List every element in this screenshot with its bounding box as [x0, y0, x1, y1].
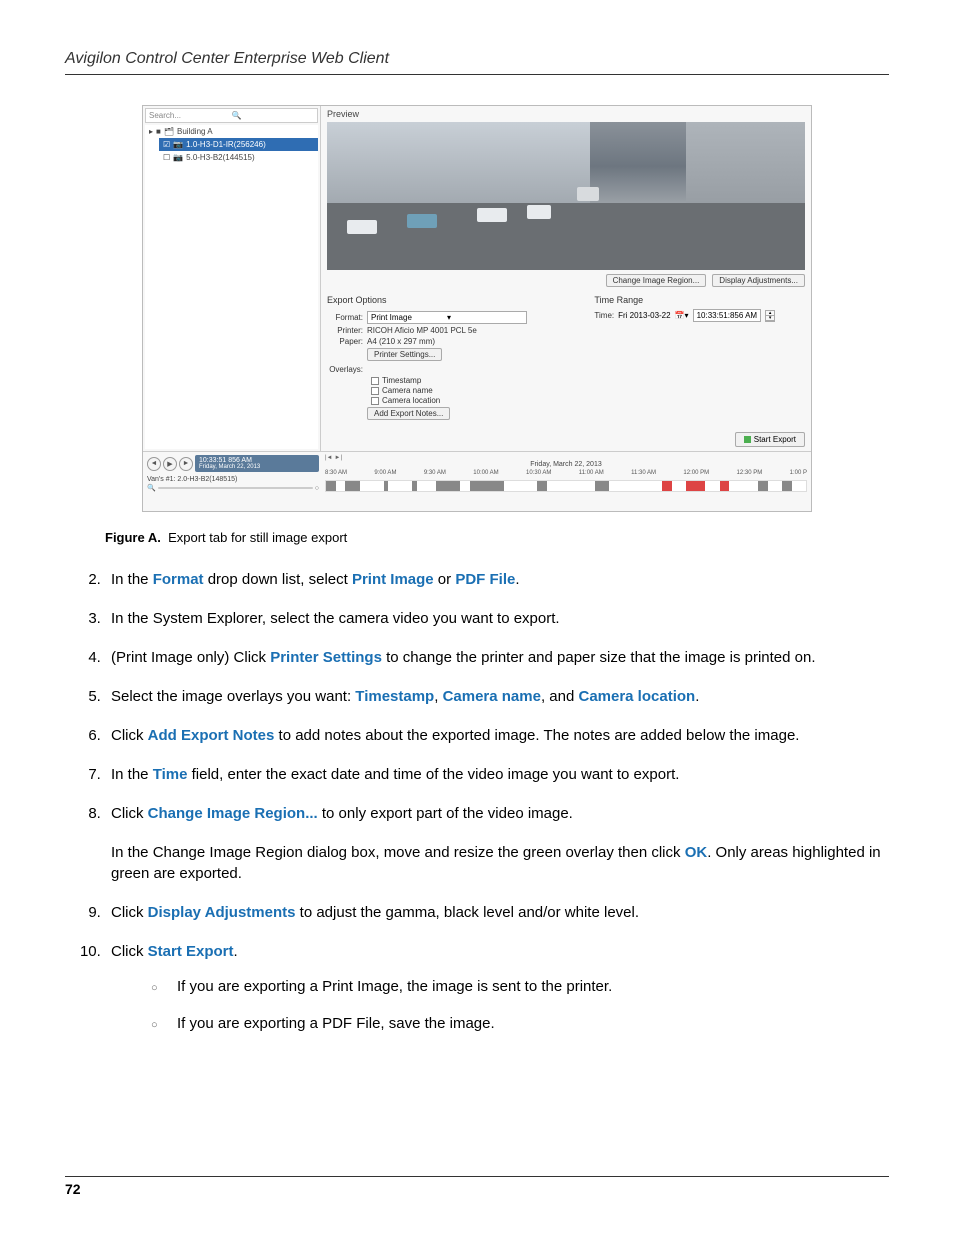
calendar-icon[interactable]: 📅▾	[675, 311, 689, 320]
search-placeholder: Search...	[149, 111, 232, 120]
start-export-icon	[744, 436, 751, 443]
printer-value: RICOH Aficio MP 4001 PCL 5e	[367, 326, 584, 335]
timeline[interactable]: ◄ ▶ ► 10:33:51 856 AM Friday, March 22, …	[143, 451, 811, 511]
overlay-camera-location-checkbox[interactable]: Camera location	[371, 396, 584, 405]
timeline-play-button[interactable]: ▶	[163, 457, 177, 471]
timeline-date-heading: Friday, March 22, 2013	[325, 461, 807, 468]
timeline-track[interactable]	[325, 480, 807, 492]
step-9: Click Display Adjustments to adjust the …	[105, 902, 889, 923]
kw-add-export-notes: Add Export Notes	[148, 727, 275, 744]
kw-timestamp: Timestamp	[355, 688, 434, 705]
printer-settings-button[interactable]: Printer Settings...	[367, 348, 442, 361]
page-number: 72	[65, 1176, 889, 1197]
timeline-camera-label: Van's #1: 2.0-H3-B2(148515)	[147, 475, 319, 484]
instruction-list: In the Format drop down list, select Pri…	[105, 569, 889, 1034]
time-range-heading: Time Range	[594, 293, 805, 309]
step-10: Click Start Export. If you are exporting…	[105, 941, 889, 1034]
chevron-down-icon: ▾	[447, 313, 523, 322]
step-3: In the System Explorer, select the camer…	[105, 608, 889, 629]
step-7: In the Time field, enter the exact date …	[105, 764, 889, 785]
kw-time: Time	[153, 766, 188, 783]
page-header: Avigilon Control Center Enterprise Web C…	[65, 50, 889, 75]
step-6: Click Add Export Notes to add notes abou…	[105, 725, 889, 746]
step-8: Click Change Image Region... to only exp…	[105, 803, 889, 884]
time-date-value: Fri 2013-03-22	[618, 311, 670, 320]
step-10-sub-2: If you are exporting a PDF File, save th…	[151, 1013, 889, 1034]
paper-value: A4 (210 x 297 mm)	[367, 337, 584, 346]
figure-screenshot: Search... 🔍 ▸■🗂 Building A ☑📷 1.0-H3-D1-…	[142, 105, 812, 512]
timeline-time-badge: 10:33:51 856 AM Friday, March 22, 2013	[195, 455, 319, 472]
printer-label: Printer:	[327, 326, 367, 335]
search-icon[interactable]: 🔍	[232, 111, 315, 120]
kw-change-image-region: Change Image Region...	[148, 805, 318, 822]
kw-display-adjustments: Display Adjustments	[148, 904, 296, 921]
device-tree[interactable]: ▸■🗂 Building A ☑📷 1.0-H3-D1-IR(256246) ☐…	[145, 125, 318, 449]
step-10-sub-1: If you are exporting a Print Image, the …	[151, 976, 889, 997]
start-export-button[interactable]: Start Export	[735, 432, 805, 447]
time-label: Time:	[594, 311, 614, 320]
timeline-jump-start[interactable]: |◄	[325, 455, 333, 461]
preview-label: Preview	[321, 106, 811, 122]
overlays-label: Overlays:	[327, 365, 367, 374]
tree-item-selected[interactable]: ☑📷 1.0-H3-D1-IR(256246)	[159, 138, 318, 151]
step-4: (Print Image only) Click Printer Setting…	[105, 647, 889, 668]
kw-ok: OK	[685, 844, 708, 861]
kw-start-export: Start Export	[148, 943, 234, 960]
tree-root[interactable]: ▸■🗂 Building A	[145, 125, 318, 138]
tree-item[interactable]: ☐📷 5.0-H3-B2(144515)	[159, 151, 318, 164]
kw-print-image: Print Image	[352, 571, 434, 588]
preview-image	[327, 122, 805, 270]
figure-caption: Figure A. Export tab for still image exp…	[105, 530, 889, 545]
paper-label: Paper:	[327, 337, 367, 346]
kw-format: Format	[153, 571, 204, 588]
timeline-hours: 8:30 AM9:00 AM9:30 AM10:00 AM10:30 AM11:…	[325, 468, 807, 478]
search-input[interactable]: Search... 🔍	[145, 108, 318, 123]
display-adjustments-button[interactable]: Display Adjustments...	[712, 274, 805, 287]
timeline-zoom-slider[interactable]: 🔍○	[147, 484, 319, 492]
change-image-region-button[interactable]: Change Image Region...	[606, 274, 707, 287]
format-label: Format:	[327, 313, 367, 322]
kw-camera-location: Camera location	[578, 688, 695, 705]
time-spinner[interactable]: ▴▾	[765, 310, 775, 322]
kw-printer-settings: Printer Settings	[270, 649, 382, 666]
timeline-next-button[interactable]: ►	[179, 457, 193, 471]
overlay-camera-name-checkbox[interactable]: Camera name	[371, 386, 584, 395]
step-5: Select the image overlays you want: Time…	[105, 686, 889, 707]
export-options-heading: Export Options	[327, 293, 584, 309]
time-field[interactable]: 10:33:51:856 AM	[693, 309, 762, 322]
overlay-timestamp-checkbox[interactable]: Timestamp	[371, 376, 584, 385]
system-explorer-panel: Search... 🔍 ▸■🗂 Building A ☑📷 1.0-H3-D1-…	[143, 106, 321, 451]
kw-camera-name: Camera name	[443, 688, 541, 705]
add-export-notes-button[interactable]: Add Export Notes...	[367, 407, 450, 420]
timeline-prev-button[interactable]: ◄	[147, 457, 161, 471]
step-2: In the Format drop down list, select Pri…	[105, 569, 889, 590]
timeline-jump-end[interactable]: ►|	[335, 455, 343, 461]
format-dropdown[interactable]: Print Image▾	[367, 311, 527, 324]
kw-pdf-file: PDF File	[455, 571, 515, 588]
